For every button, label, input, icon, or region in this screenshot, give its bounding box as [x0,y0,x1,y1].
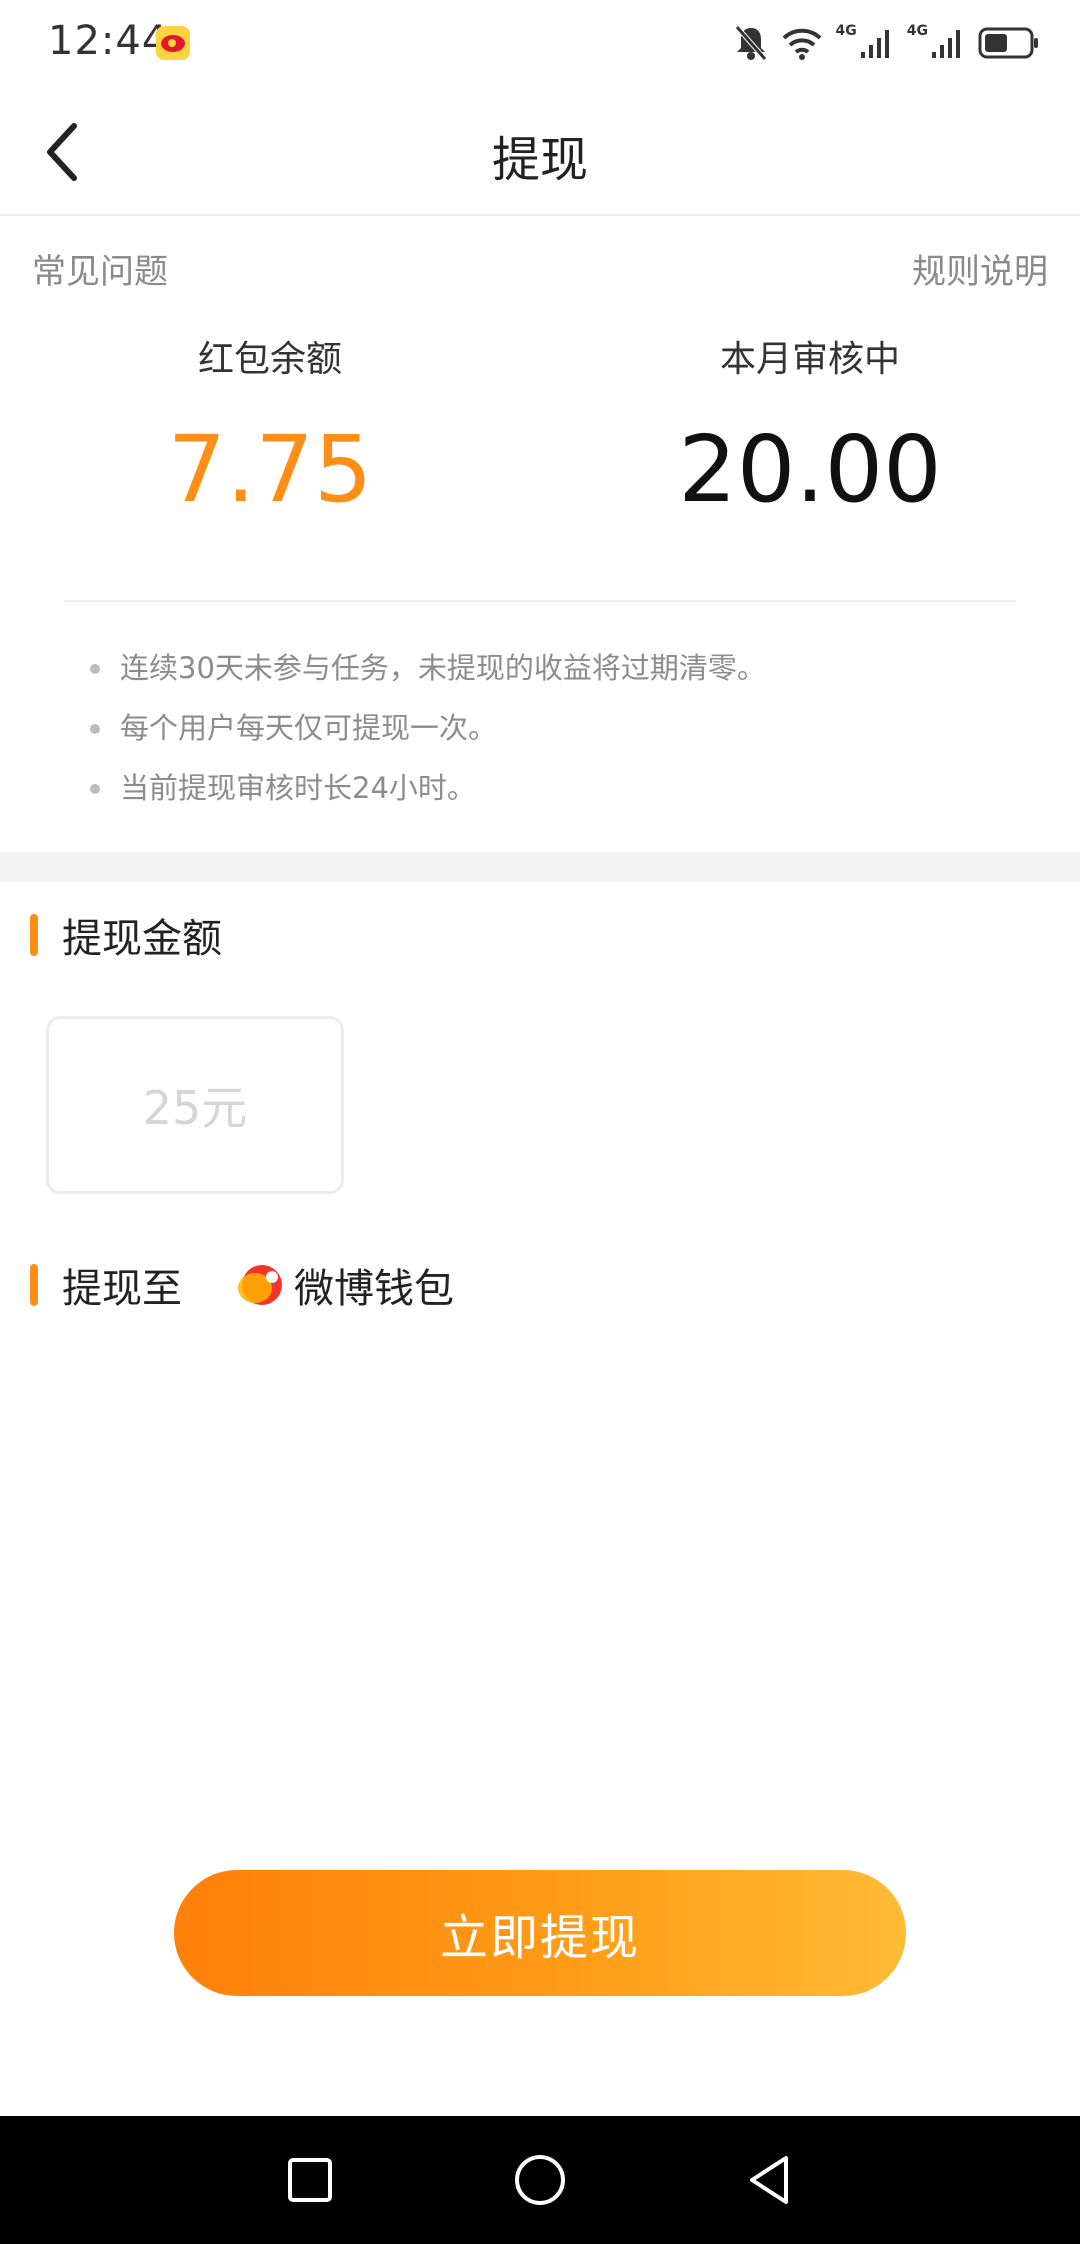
home-icon[interactable] [512,2152,568,2208]
amount-section-header: 提现金额 [30,906,222,964]
divider [64,600,1016,602]
balance-label: 红包余额 [197,339,342,380]
signal-icon [932,30,960,58]
note-item: 每个用户每天仅可提现一次。 [90,705,766,765]
notes-list: 连续30天未参与任务，未提现的收益将过期清零。 每个用户每天仅可提现一次。 当前… [90,645,766,825]
page-title: 提现 [491,132,588,188]
review-label: 本月审核中 [719,339,900,380]
system-nav-bar [0,2116,1080,2244]
faq-link[interactable]: 常见问题 [32,244,168,293]
review-value: 20.00 [678,416,942,523]
weibo-wallet-option[interactable]: 微博钱包 [238,1256,454,1314]
status-icons: 4G 4G [734,20,1040,66]
signal-icon [860,30,889,58]
back-triangle-icon[interactable] [742,2152,798,2208]
note-item: 当前提现审核时长24小时。 [90,765,766,825]
balance-value: 7.75 [167,416,373,523]
amount-option-25[interactable]: 25元 [46,1016,344,1194]
wifi-icon [782,28,821,60]
withdraw-now-button[interactable]: 立即提现 [174,1870,906,1996]
withdraw-now-label: 立即提现 [439,1910,640,1966]
status-time: 12:44 [48,18,169,64]
wallet-name: 微博钱包 [294,1266,454,1312]
mute-bell-icon [734,25,767,61]
status-bar: 12:44 4G 4G [0,0,1080,90]
target-section-title: 提现至 [62,1266,182,1312]
balance-stat: 红包余额 7.75 [0,330,540,520]
weibo-wallet-icon [238,1265,282,1305]
amount-section-title: 提现金额 [62,916,222,962]
section-accent-bar [30,914,38,956]
section-separator [0,852,1080,882]
review-stat: 本月审核中 20.00 [540,330,1080,520]
note-item: 连续30天未参与任务，未提现的收益将过期清零。 [90,645,766,705]
section-accent-bar [30,1264,38,1306]
target-section-header: 提现至 微博钱包 [30,1256,454,1314]
network-label-1: 4G [835,23,857,39]
rules-link[interactable]: 规则说明 [912,244,1048,293]
battery-icon [978,27,1038,59]
title-bar: 提现 [0,90,1080,216]
amount-option-label: 25元 [142,1081,248,1135]
weibo-notification-icon [156,26,190,60]
network-label-2: 4G [906,23,928,39]
recent-apps-icon[interactable] [282,2152,338,2208]
